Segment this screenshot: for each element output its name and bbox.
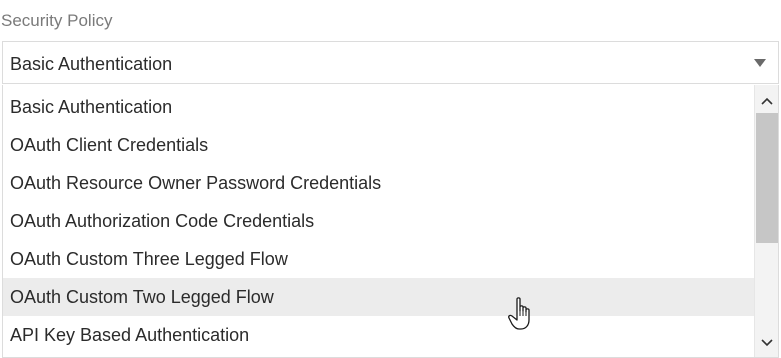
- option-oauth-authorization-code-credentials[interactable]: OAuth Authorization Code Credentials: [3, 202, 754, 240]
- chevron-down-icon[interactable]: [755, 331, 778, 355]
- security-policy-dropdown: Basic Authentication OAuth Client Creden…: [2, 85, 779, 358]
- chevron-up-icon[interactable]: [755, 89, 778, 113]
- chevron-down-icon[interactable]: [754, 59, 766, 67]
- dropdown-scrollbar[interactable]: [754, 85, 778, 357]
- select-current-value: Basic Authentication: [10, 54, 173, 74]
- option-basic-authentication[interactable]: Basic Authentication: [3, 88, 754, 126]
- option-oauth-resource-owner-password-credentials[interactable]: OAuth Resource Owner Password Credential…: [3, 164, 754, 202]
- option-oauth-client-credentials[interactable]: OAuth Client Credentials: [3, 126, 754, 164]
- option-oauth-custom-three-legged-flow[interactable]: OAuth Custom Three Legged Flow: [3, 240, 754, 278]
- hand-pointer-icon: [508, 296, 538, 332]
- scrollbar-thumb[interactable]: [756, 113, 778, 243]
- security-policy-label: Security Policy: [1, 11, 113, 30]
- security-policy-select[interactable]: Basic Authentication: [2, 41, 779, 84]
- option-oauth-custom-two-legged-flow[interactable]: OAuth Custom Two Legged Flow: [3, 278, 754, 316]
- option-api-key-based-authentication[interactable]: API Key Based Authentication: [3, 316, 754, 354]
- security-policy-form: Security Policy Basic Authentication Bas…: [0, 0, 781, 358]
- dropdown-options-list: Basic Authentication OAuth Client Creden…: [3, 88, 754, 354]
